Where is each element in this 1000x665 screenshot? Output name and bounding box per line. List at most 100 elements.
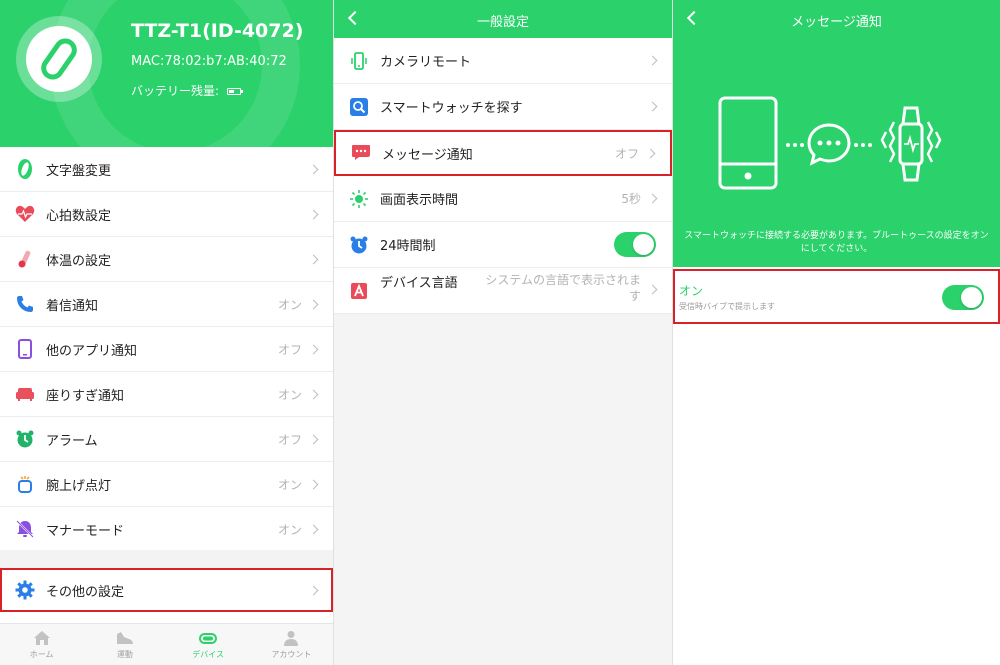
- row-do-not-disturb[interactable]: マナーモード オン: [0, 507, 333, 552]
- row-24-hour-format[interactable]: 24時間制: [334, 222, 672, 268]
- row-label: 腕上げ点灯: [46, 478, 112, 494]
- alarm-clock-icon: [14, 428, 36, 450]
- chevron-right-icon: [308, 299, 319, 309]
- page-title: メッセージ通知: [791, 15, 882, 30]
- sun-icon: [348, 188, 370, 210]
- row-watch-face[interactable]: 文字盤変更: [0, 147, 333, 192]
- row-message-notification[interactable]: メッセージ通知 オフ: [334, 130, 672, 176]
- 24-hour-toggle[interactable]: [614, 232, 656, 257]
- chevron-right-icon: [645, 148, 656, 158]
- row-label: 心拍数設定: [46, 208, 112, 224]
- tab-home[interactable]: ホーム: [0, 624, 83, 665]
- connection-hint: スマートウォッチに接続する必要があります。ブルートゥースの設定をオンにしてくださ…: [684, 231, 989, 254]
- row-alarm[interactable]: アラーム オフ: [0, 417, 333, 462]
- general-settings-list: カメラリモート スマートウォッチを探す メッセージ通知 オフ 画面表示時間 5秒…: [334, 38, 672, 314]
- chevron-right-icon: [647, 284, 658, 295]
- battery-label: バッテリー残量:: [131, 84, 220, 98]
- row-value: オン: [277, 297, 302, 312]
- row-label: 他のアプリ通知: [46, 343, 138, 359]
- alarm-clock-icon: [348, 234, 370, 256]
- section-gap: [0, 550, 333, 568]
- sofa-icon: [14, 383, 36, 405]
- tab-exercise[interactable]: 運動: [83, 624, 166, 665]
- message-notification-toggle[interactable]: [942, 285, 984, 310]
- device-panel: TTZ-T1(ID-4072) MAC:78:02:b7:AB:40:72 バッ…: [0, 0, 333, 665]
- row-raise-to-wake[interactable]: 腕上げ点灯 オン: [0, 462, 333, 507]
- raise-wrist-icon: [14, 473, 36, 495]
- tab-account[interactable]: アカウント: [250, 624, 333, 665]
- band-tab-icon: [199, 632, 218, 644]
- thermometer-icon: [14, 248, 36, 270]
- row-temperature[interactable]: 体温の設定: [0, 237, 333, 282]
- device-header: TTZ-T1(ID-4072) MAC:78:02:b7:AB:40:72 バッ…: [0, 0, 333, 147]
- chevron-right-icon: [308, 164, 319, 174]
- row-label: 24時間制: [380, 239, 436, 254]
- row-find-watch[interactable]: スマートウォッチを探す: [334, 84, 672, 130]
- phone-icon: [14, 293, 36, 315]
- chevron-right-icon: [308, 254, 319, 264]
- navbar: 一般設定: [334, 0, 672, 38]
- row-label: メッセージ通知: [382, 147, 473, 163]
- row-label: スマートウォッチを探す: [380, 101, 523, 116]
- row-other-settings[interactable]: その他の設定: [0, 568, 333, 612]
- message-notification-panel: メッセージ通知 スマートウォッチに接続する必要があります。ブルートゥースの設定を…: [673, 0, 1000, 665]
- phone-to-watch-illustration: [718, 96, 942, 190]
- notification-hero: メッセージ通知 スマートウォッチに接続する必要があります。ブルートゥースの設定を…: [673, 0, 1000, 267]
- chevron-right-icon: [647, 55, 658, 66]
- row-message-toggle[interactable]: オン 受信時バイブで提示します: [673, 269, 1000, 324]
- row-device-language[interactable]: デバイス言語 システムの言語で表示されます: [334, 268, 672, 314]
- battery-icon: [227, 88, 244, 95]
- chevron-right-icon: [308, 479, 319, 489]
- device-avatar[interactable]: [26, 26, 92, 92]
- general-settings-panel: 一般設定 カメラリモート スマートウォッチを探す メッセージ通知 オフ 画面表示…: [334, 0, 672, 665]
- chevron-right-icon: [308, 389, 319, 399]
- bell-off-icon: [14, 518, 36, 540]
- row-label: その他の設定: [46, 584, 125, 600]
- gear-icon: [14, 579, 36, 601]
- toggle-subtitle: 受信時バイブで提示します: [679, 302, 775, 311]
- row-camera-remote[interactable]: カメラリモート: [334, 38, 672, 84]
- row-value: システムの言語で表示されます: [485, 273, 641, 303]
- row-value: 5秒: [621, 192, 641, 206]
- device-settings-list: 文字盤変更 心拍数設定 体温の設定 着信通知 オン 他のアプリ通知 オフ 座りす…: [0, 147, 333, 552]
- user-icon: [284, 630, 299, 646]
- row-value: オフ: [277, 432, 302, 447]
- row-label: マナーモード: [46, 523, 125, 539]
- row-value: オン: [277, 522, 302, 537]
- shoe-icon: [116, 631, 133, 644]
- message-icon: [350, 142, 372, 164]
- row-label: 座りすぎ通知: [46, 388, 125, 404]
- tab-label: ホーム: [29, 649, 54, 659]
- tab-label: アカウント: [271, 649, 312, 659]
- chevron-right-icon: [308, 434, 319, 444]
- chevron-right-icon: [308, 524, 319, 534]
- search-icon: [348, 96, 370, 118]
- row-screen-timeout[interactable]: 画面表示時間 5秒: [334, 176, 672, 222]
- watch-face-icon: [14, 158, 36, 180]
- row-label: カメラリモート: [380, 55, 472, 70]
- smartphone-icon: [14, 338, 36, 360]
- chevron-right-icon: [647, 101, 658, 112]
- row-label: アラーム: [46, 433, 98, 449]
- chevron-right-icon: [308, 209, 319, 219]
- camera-remote-icon: [348, 50, 370, 72]
- band-icon: [41, 38, 77, 80]
- chevron-right-icon: [647, 193, 658, 204]
- row-value: オン: [277, 387, 302, 402]
- page-title: 一般設定: [476, 15, 529, 30]
- chevron-right-icon: [308, 585, 319, 595]
- tab-device[interactable]: デバイス: [167, 624, 250, 665]
- row-label: 着信通知: [46, 298, 99, 314]
- row-sedentary-reminder[interactable]: 座りすぎ通知 オン: [0, 372, 333, 417]
- language-icon: [348, 280, 370, 302]
- device-mac: MAC:78:02:b7:AB:40:72: [131, 54, 287, 69]
- home-icon: [33, 630, 50, 645]
- row-label: 画面表示時間: [380, 193, 459, 208]
- battery-status: バッテリー残量:: [131, 82, 244, 99]
- row-heart-rate[interactable]: 心拍数設定: [0, 192, 333, 237]
- device-name: TTZ-T1(ID-4072): [131, 20, 304, 42]
- row-app-notification[interactable]: 他のアプリ通知 オフ: [0, 327, 333, 372]
- row-call-notification[interactable]: 着信通知 オン: [0, 282, 333, 327]
- chevron-right-icon: [308, 344, 319, 354]
- tab-label: デバイス: [192, 649, 224, 659]
